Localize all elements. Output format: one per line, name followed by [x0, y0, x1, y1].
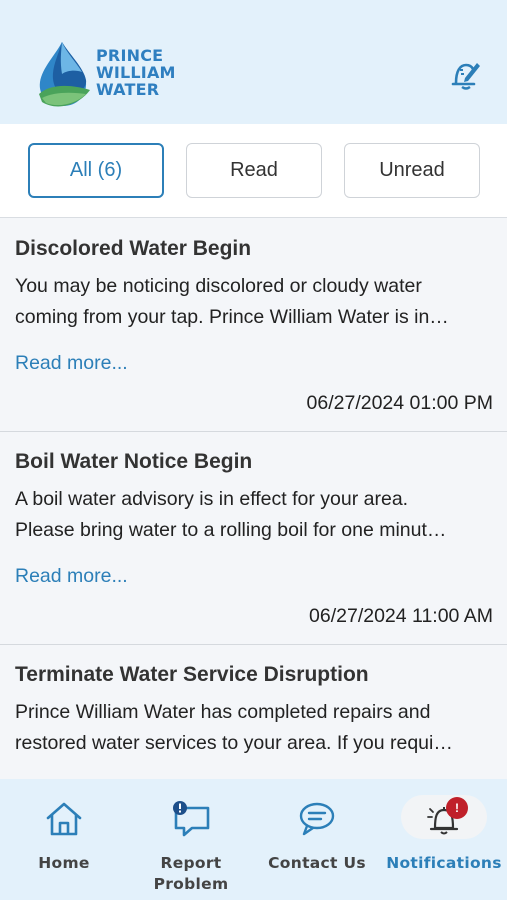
notification-title: Terminate Water Service Disruption	[15, 663, 369, 686]
tab-notifications-label: Notifications	[386, 854, 502, 872]
notification-card[interactable]: Boil Water Notice Begin A boil water adv…	[0, 432, 507, 645]
logo-line-1: PRINCE	[96, 46, 164, 65]
read-more-link[interactable]: Read more...	[15, 565, 128, 588]
prince-william-water-logo: PRINCE WILLIAM WATER	[36, 40, 176, 112]
tab-home[interactable]: Home	[24, 779, 104, 900]
bottom-tab-bar: Home Report Problem Contact Us Notificat…	[0, 779, 507, 900]
notification-date: 06/27/2024 11:00 AM	[309, 605, 493, 627]
report-alarm-button[interactable]	[448, 56, 484, 92]
notification-body-line: restored water services to your area. If…	[15, 732, 453, 754]
notification-body-line: Please bring water to a rolling boil for…	[15, 519, 447, 541]
notification-body: A boil water advisory is in effect for y…	[15, 484, 492, 546]
notification-body-line: A boil water advisory is in effect for y…	[15, 488, 409, 510]
notification-body-line: You may be noticing discolored or cloudy…	[15, 275, 422, 297]
notification-list: Discolored Water Begin You may be notici…	[0, 219, 507, 779]
notification-badge: !	[446, 797, 468, 819]
chat-alert-icon	[173, 801, 210, 837]
notification-body-line: coming from your tap. Prince William Wat…	[15, 306, 449, 328]
notification-title: Discolored Water Begin	[15, 237, 252, 260]
home-icon	[46, 802, 82, 836]
tab-report-label-line2: Problem	[153, 875, 229, 893]
tab-contact-us-label: Contact Us	[268, 854, 366, 872]
tab-notifications[interactable]: Notifications	[386, 779, 502, 900]
notification-body-line: Prince William Water has completed repai…	[15, 701, 431, 723]
filter-unread-button[interactable]: Unread	[344, 143, 480, 198]
filter-read-button[interactable]: Read	[186, 143, 322, 198]
app-header: PRINCE WILLIAM WATER	[0, 0, 507, 124]
tab-home-label: Home	[38, 854, 90, 872]
notification-title: Boil Water Notice Begin	[15, 450, 253, 473]
tab-report-problem[interactable]: Report Problem	[146, 779, 236, 900]
tab-contact-us[interactable]: Contact Us	[266, 779, 368, 900]
chat-bubbles-icon	[299, 802, 335, 836]
water-drop-logo-icon	[39, 42, 90, 107]
tab-report-problem-label: Report Problem	[154, 853, 229, 895]
logo-line-3: WATER	[96, 80, 160, 99]
tab-report-label-line1: Report	[160, 854, 222, 872]
notification-card[interactable]: Discolored Water Begin You may be notici…	[0, 219, 507, 432]
logo-wordmark: PRINCE WILLIAM WATER	[96, 47, 176, 98]
filter-all-button[interactable]: All (6)	[28, 143, 164, 198]
logo-line-2: WILLIAM	[96, 63, 176, 82]
notification-body: Prince William Water has completed repai…	[15, 697, 492, 759]
pen-alarm-icon	[451, 63, 480, 90]
filter-bar: All (6) Read Unread	[0, 124, 507, 218]
read-more-link[interactable]: Read more...	[15, 352, 128, 375]
notification-date: 06/27/2024 01:00 PM	[306, 392, 493, 414]
notification-body: You may be noticing discolored or cloudy…	[15, 271, 492, 333]
notification-card[interactable]: Terminate Water Service Disruption Princ…	[0, 645, 507, 779]
